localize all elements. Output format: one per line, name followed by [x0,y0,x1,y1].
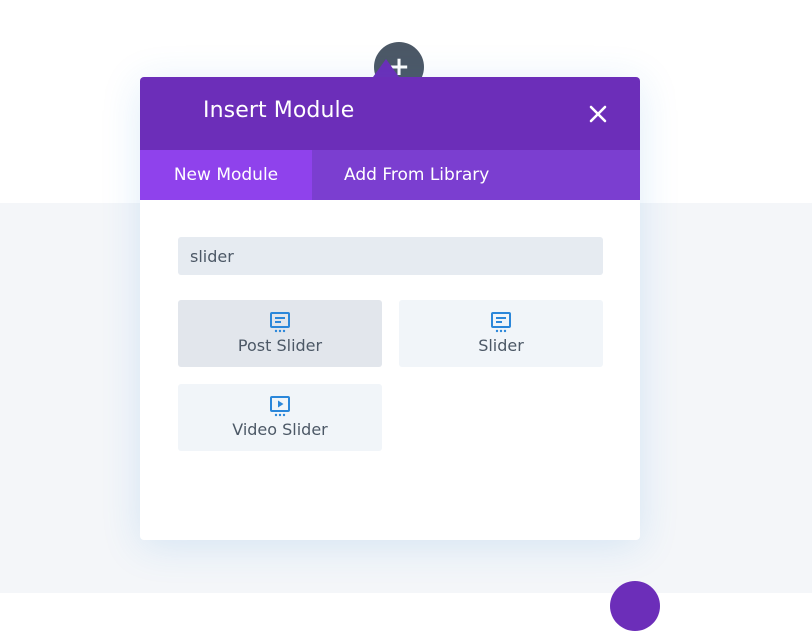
module-search-input[interactable] [178,237,603,275]
post-slider-icon [270,312,290,333]
module-video-slider[interactable]: Video Slider [178,384,382,451]
close-button[interactable] [586,102,610,126]
close-icon [589,105,607,123]
modal-header: Insert Module [140,77,640,150]
module-label: Video Slider [232,420,328,439]
module-slider[interactable]: Slider [399,300,603,367]
tab-new-module[interactable]: New Module [140,150,312,200]
add-section-button[interactable] [610,581,660,631]
module-label: Slider [478,336,524,355]
tab-add-from-library[interactable]: Add From Library [344,150,489,200]
modal-pointer [373,59,399,77]
modal-tabs: New Module Add From Library [140,150,640,200]
module-post-slider[interactable]: Post Slider [178,300,382,367]
video-slider-icon [270,396,290,417]
insert-module-modal: Insert Module New Module Add From Librar… [140,77,640,540]
module-label: Post Slider [237,336,323,355]
modal-title: Insert Module [203,98,355,123]
slider-icon [491,312,511,333]
